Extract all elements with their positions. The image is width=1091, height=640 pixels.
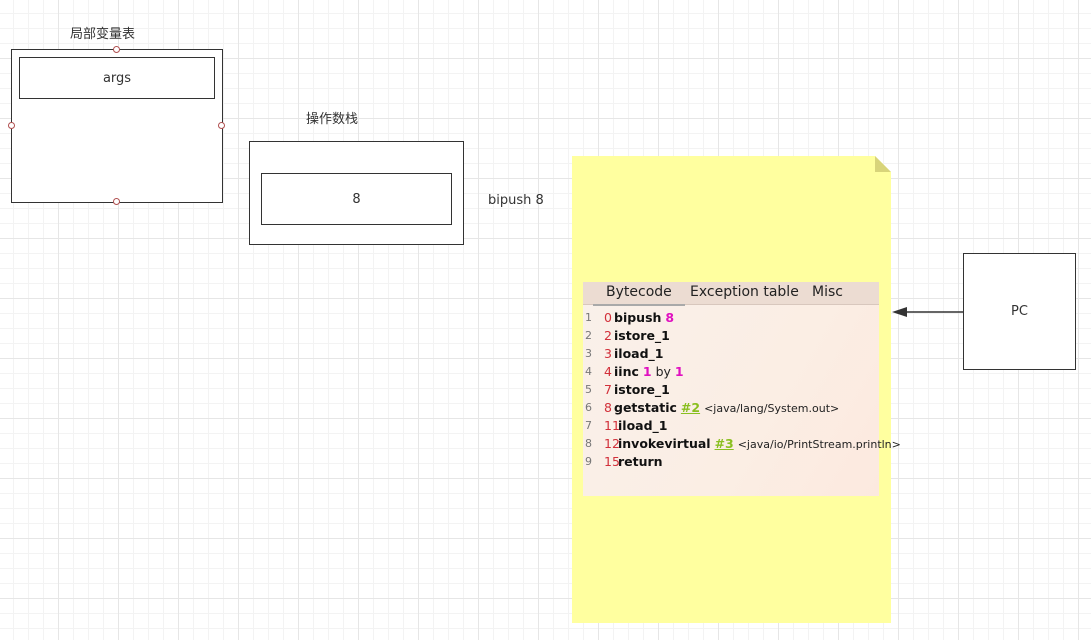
- connector-layer: [892, 307, 963, 317]
- pc-arrow-head: [892, 307, 907, 317]
